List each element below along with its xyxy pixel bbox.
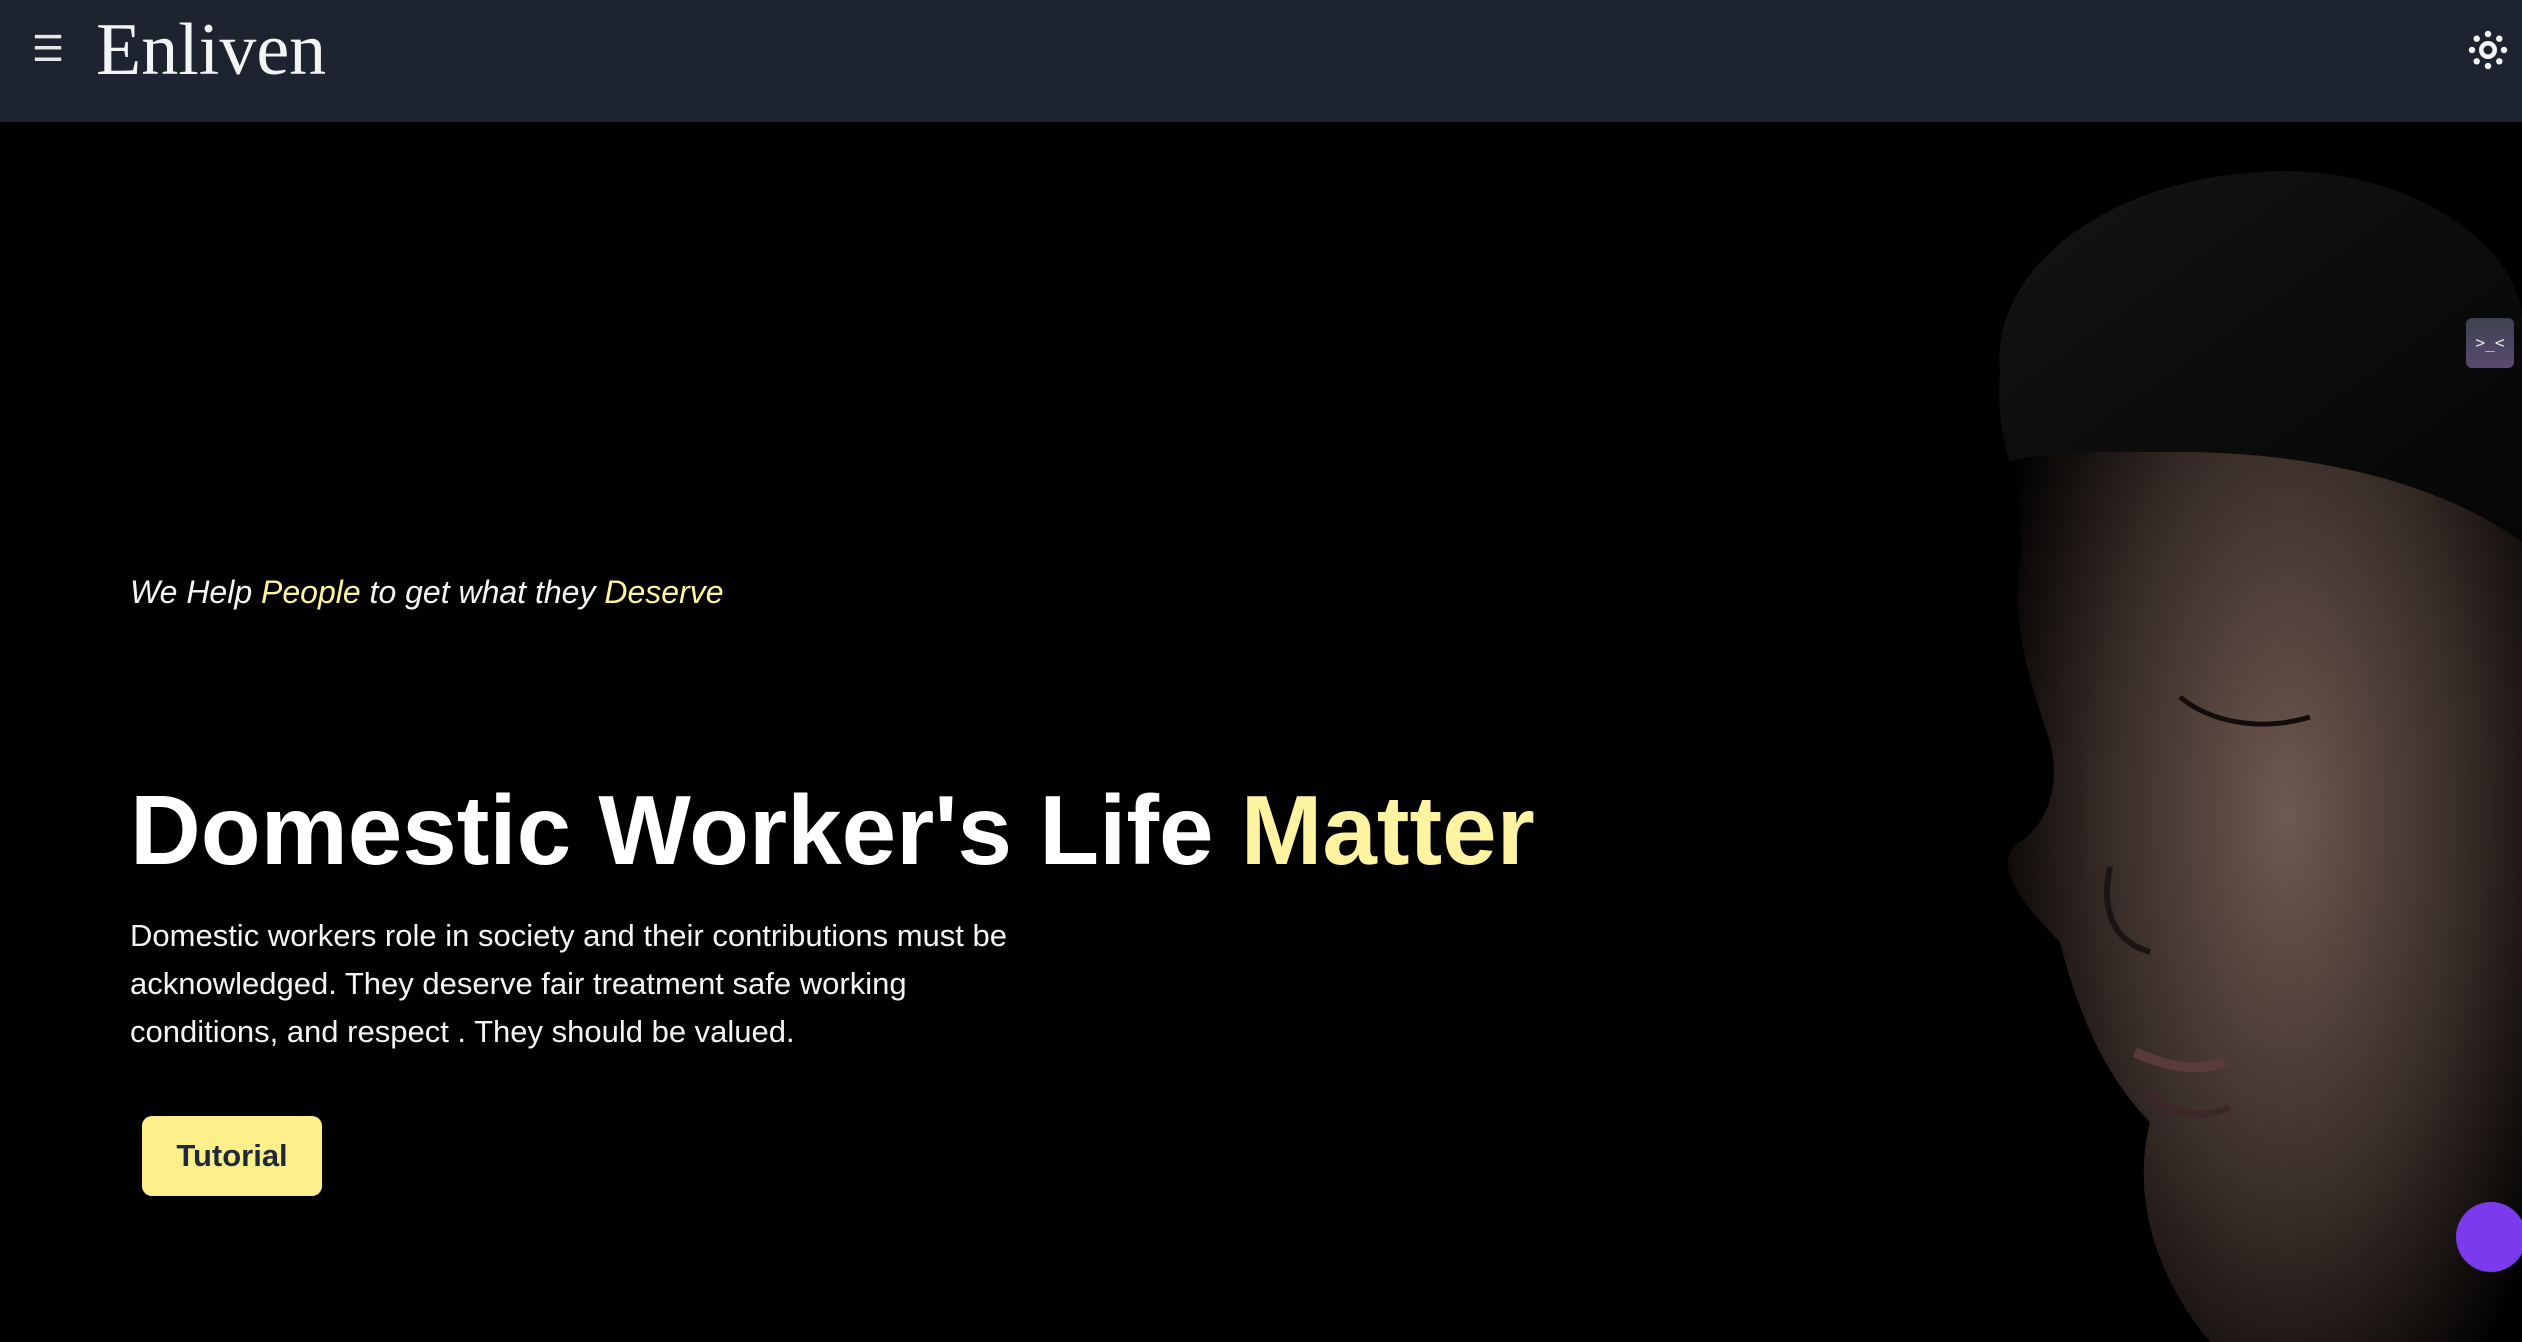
- terminal-icon[interactable]: >_<: [2466, 318, 2514, 368]
- tutorial-button[interactable]: Tutorial: [142, 1116, 322, 1196]
- tagline-highlight-people: People: [261, 574, 361, 610]
- top-navbar: ☰ Enliven: [0, 0, 2522, 122]
- tagline-part1: We Help: [130, 574, 262, 610]
- hero-description: Domestic workers role in society and the…: [130, 918, 1007, 1049]
- hero-section: We Help People to get what they Deserve …: [0, 122, 2522, 1342]
- headline-main: Domestic Worker's Life: [130, 775, 1241, 885]
- hero-tagline: We Help People to get what they Deserve: [130, 574, 724, 611]
- tagline-part2: to get what they: [360, 574, 605, 610]
- hero-headline: Domestic Worker's Life Matter: [130, 772, 1535, 890]
- sun-icon[interactable]: [2468, 30, 2508, 70]
- tagline-highlight-deserve: Deserve: [604, 574, 724, 610]
- child-face-image: [1999, 171, 2522, 1342]
- brand-logo[interactable]: Enliven: [96, 2, 326, 98]
- hamburger-icon[interactable]: ☰: [28, 28, 68, 72]
- chat-bubble-icon[interactable]: [2456, 1202, 2522, 1272]
- theme-toggle-svg: [2468, 30, 2508, 70]
- headline-highlight: Matter: [1240, 775, 1535, 885]
